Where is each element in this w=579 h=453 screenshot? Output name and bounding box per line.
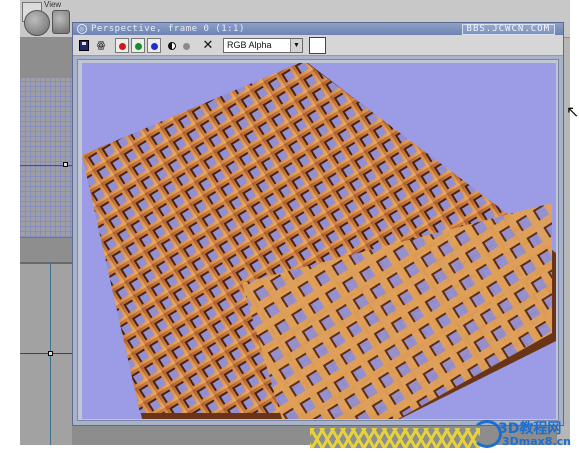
- pivot-marker[interactable]: [63, 162, 68, 167]
- max-logo-icon: ◎: [77, 24, 87, 34]
- save-icon[interactable]: [76, 38, 92, 53]
- rendered-frame-window[interactable]: ◎ Perspective, frame 0 (1:1) BBS.JCWCN.C…: [72, 22, 564, 426]
- pivot-marker[interactable]: [48, 351, 53, 356]
- channel-select[interactable]: RGB Alpha ▼: [223, 38, 303, 53]
- alpha-channel-icon[interactable]: [168, 42, 176, 50]
- red-channel-button[interactable]: [115, 38, 129, 53]
- red-channel-icon: [119, 43, 126, 50]
- clear-icon[interactable]: ✕: [201, 38, 215, 53]
- viewport-top-label: View: [44, 0, 62, 9]
- blue-channel-icon: [151, 43, 158, 50]
- green-channel-icon: [135, 43, 142, 50]
- render-canvas: [82, 63, 556, 419]
- layer-button[interactable]: [52, 10, 70, 34]
- viewport-axis-line: [20, 353, 72, 354]
- channel-select-value: RGB Alpha: [227, 40, 272, 50]
- render-button[interactable]: [24, 10, 50, 36]
- top-viewport[interactable]: [20, 78, 72, 238]
- blue-channel-button[interactable]: [147, 38, 161, 53]
- render-canvas-frame: [77, 59, 559, 421]
- frame-toolbar: ꙮ ✕ RGB Alpha ▼: [73, 35, 563, 56]
- mouse-cursor-icon: ↖: [566, 102, 579, 121]
- site-logo: 3D教程网 3Dmax8.cn: [470, 418, 578, 450]
- clone-icon[interactable]: ꙮ: [93, 38, 109, 53]
- lattice-preview: [310, 428, 480, 448]
- green-channel-button[interactable]: [131, 38, 145, 53]
- color-swatch[interactable]: [309, 37, 326, 54]
- chevron-down-icon: ▼: [290, 39, 302, 52]
- lattice-render-image: [82, 63, 556, 419]
- logo-line2: 3Dmax8.cn: [502, 435, 571, 448]
- watermark-text: BBS.JCWCN.COM: [461, 24, 555, 35]
- monochrome-icon[interactable]: [183, 43, 190, 50]
- window-title-bar[interactable]: ◎ Perspective, frame 0 (1:1) BBS.JCWCN.C…: [73, 23, 563, 35]
- window-title: Perspective, frame 0 (1:1): [91, 24, 245, 34]
